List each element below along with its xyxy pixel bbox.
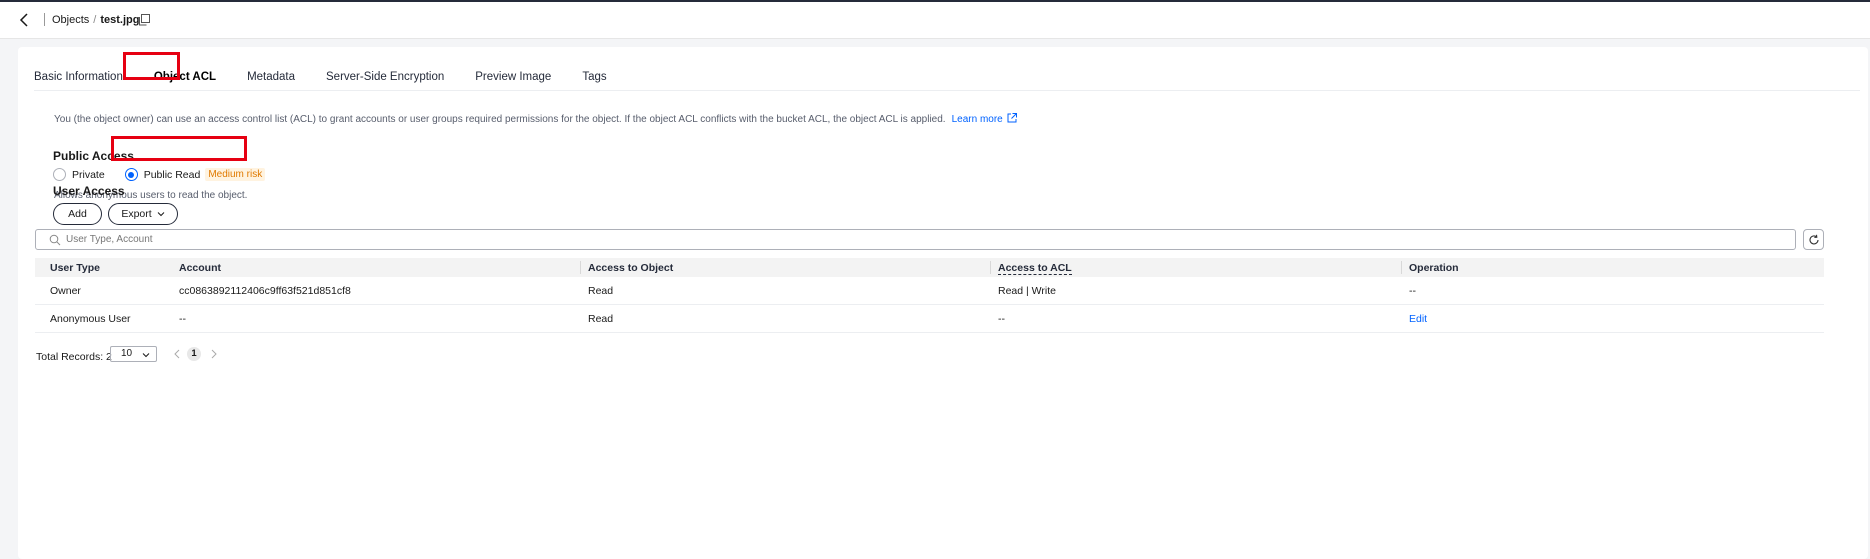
radio-public-read-label: Public Read <box>143 168 201 181</box>
breadcrumb-objects-link[interactable]: Objects <box>52 14 89 26</box>
cell-access-acl: -- <box>998 313 1005 325</box>
col-access-acl[interactable]: Access to ACL <box>998 262 1072 275</box>
copy-icon[interactable] <box>138 14 150 26</box>
cell-account: cc0863892112406c9ff63f521d851cf8 <box>179 285 351 297</box>
radio-public-read[interactable]: Public Read Medium risk <box>124 168 266 181</box>
col-separator <box>990 261 991 274</box>
cell-access-object: Read <box>588 313 614 325</box>
cell-access-acl: Read | Write <box>998 285 1056 297</box>
tab-object-acl[interactable]: Object ACL <box>154 64 216 90</box>
public-access-title: Public Access <box>53 149 134 163</box>
breadcrumb: Objects / test.jpg <box>52 14 139 26</box>
search-input[interactable]: User Type, Account <box>35 229 1796 250</box>
cell-operation: -- <box>1409 285 1416 297</box>
col-access-object: Access to Object <box>588 262 674 274</box>
user-access-title: User Access <box>53 184 125 198</box>
search-icon <box>49 234 61 246</box>
page-header: Objects / test.jpg <box>0 2 1870 39</box>
tab-metadata[interactable]: Metadata <box>247 64 295 90</box>
breadcrumb-current: test.jpg <box>100 14 140 26</box>
add-button-label: Add <box>68 208 87 220</box>
radio-private[interactable]: Private <box>53 168 105 181</box>
table-row: Anonymous User -- Read -- Edit <box>35 305 1824 333</box>
next-page-icon[interactable] <box>210 349 218 359</box>
acl-description: You (the object owner) can use an access… <box>54 113 1017 125</box>
chevron-down-icon <box>157 212 165 217</box>
refresh-icon <box>1809 234 1819 245</box>
prev-page-icon[interactable] <box>173 349 181 359</box>
col-user-type: User Type <box>50 262 100 274</box>
tab-tags[interactable]: Tags <box>582 64 606 90</box>
refresh-button[interactable] <box>1803 229 1824 250</box>
tab-bar: Basic Information Object ACL Metadata Se… <box>34 64 638 90</box>
edit-link-cell: Edit <box>1409 313 1427 325</box>
header-divider <box>44 13 45 26</box>
edit-link[interactable]: Edit <box>1409 313 1427 325</box>
col-separator <box>1401 261 1402 274</box>
col-separator <box>580 261 581 274</box>
medium-risk-badge: Medium risk <box>205 168 266 181</box>
page-number-current[interactable]: 1 <box>187 347 201 361</box>
export-button-label: Export <box>121 208 152 220</box>
radio-public-read-circle[interactable] <box>124 168 138 181</box>
col-account: Account <box>179 262 221 274</box>
page-size-value: 10 <box>121 348 133 359</box>
radio-private-label: Private <box>72 168 105 181</box>
tab-basic-information[interactable]: Basic Information <box>34 64 123 90</box>
export-button[interactable]: Export <box>108 203 178 225</box>
radio-private-circle[interactable] <box>53 168 66 181</box>
cell-user-type: Anonymous User <box>50 313 131 325</box>
cell-user-type: Owner <box>50 285 81 297</box>
col-operation: Operation <box>1409 262 1459 274</box>
chevron-down-icon <box>142 353 150 358</box>
cell-access-object: Read <box>588 285 614 297</box>
breadcrumb-separator: / <box>93 14 97 26</box>
table-header: User Type Account Access to Object Acces… <box>35 258 1824 277</box>
add-button[interactable]: Add <box>53 203 102 225</box>
public-access-options: Private Public Read Medium risk <box>53 168 266 181</box>
tab-preview-image[interactable]: Preview Image <box>475 64 551 90</box>
acl-description-text: You (the object owner) can use an access… <box>54 114 946 125</box>
search-placeholder: User Type, Account <box>66 234 153 245</box>
external-link-icon[interactable] <box>1007 113 1017 123</box>
learn-more-link[interactable]: Learn more <box>952 114 1003 125</box>
cell-account: -- <box>179 313 186 325</box>
tab-server-side-encryption[interactable]: Server-Side Encryption <box>326 64 444 90</box>
total-records: Total Records: 2 <box>36 351 112 363</box>
back-arrow-icon[interactable] <box>18 12 32 28</box>
page-size-select[interactable]: 10 <box>110 346 157 362</box>
table-row: Owner cc0863892112406c9ff63f521d851cf8 R… <box>35 277 1824 305</box>
tab-divider <box>34 90 1860 91</box>
acl-table: User Type Account Access to Object Acces… <box>35 258 1824 333</box>
